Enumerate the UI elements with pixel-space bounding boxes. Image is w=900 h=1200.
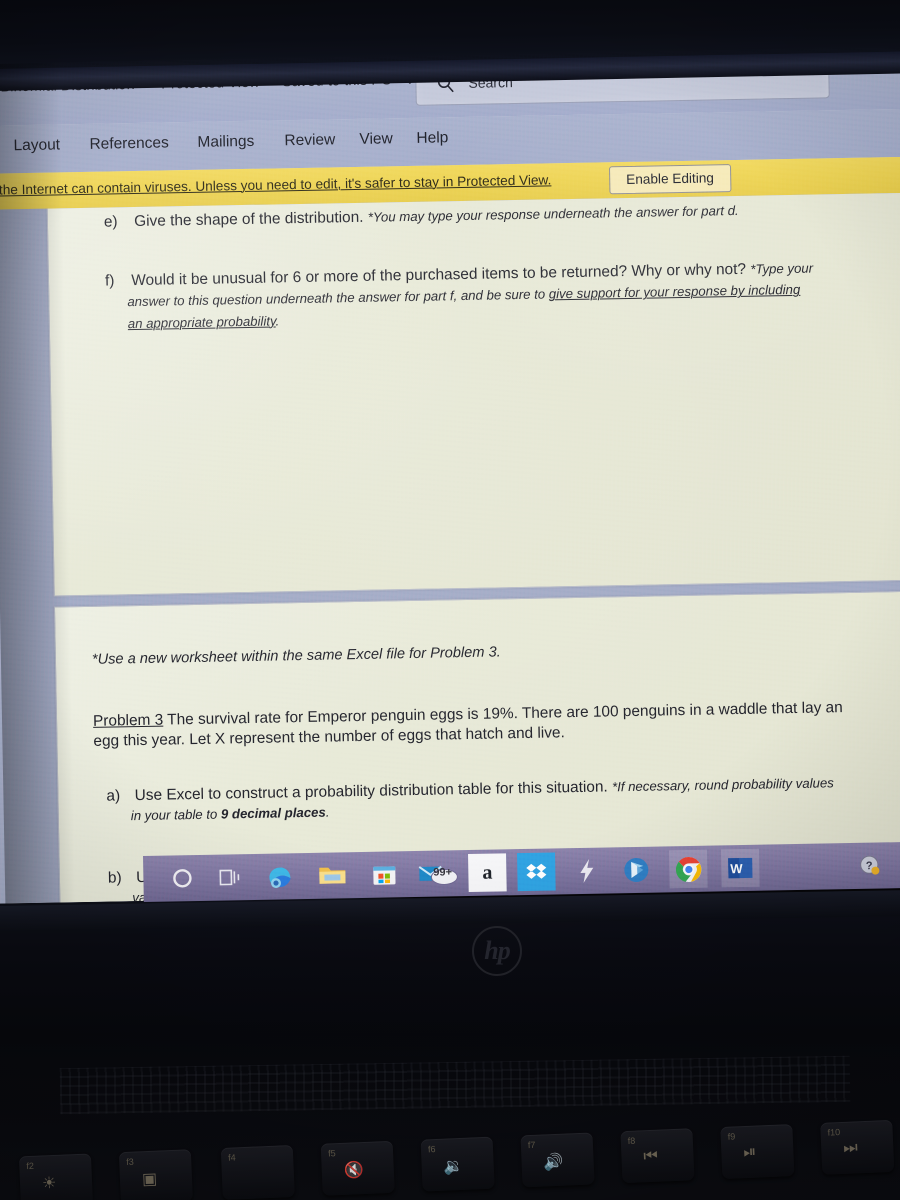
microsoft-word-icon[interactable]: W: [720, 848, 760, 888]
key-f8[interactable]: f8 ⏮: [620, 1128, 695, 1184]
display-icon: ▣: [141, 1170, 158, 1189]
question-e-text: Give the shape of the distribution.: [134, 208, 364, 231]
part-a-label: a): [106, 787, 121, 805]
tab-references[interactable]: References: [89, 134, 169, 153]
microsoft-edge-icon[interactable]: [261, 857, 300, 896]
worksheet-instruction: *Use a new worksheet within the same Exc…: [91, 644, 501, 668]
hp-logo: hp: [472, 926, 522, 976]
laptop-screen: Binomial Distribution – Protected View •…: [0, 46, 900, 904]
tab-view[interactable]: View: [359, 130, 393, 149]
part-a-note-line1: *If necessary, round probability values: [611, 775, 834, 795]
cortana-icon[interactable]: [163, 859, 202, 898]
problem-3-statement: Problem 3 The survival rate for Emperor …: [93, 697, 894, 753]
media-play-pause-icon: ⏯: [743, 1143, 757, 1162]
key-f10[interactable]: f10 ⏭: [820, 1119, 895, 1175]
key-f5-label: f5: [327, 1148, 336, 1159]
lightning-app-icon[interactable]: [567, 852, 606, 891]
key-f7[interactable]: f7 🔊: [520, 1132, 595, 1188]
question-f-label: f): [104, 272, 115, 290]
svg-text:W: W: [730, 861, 743, 876]
key-f6-label: f6: [427, 1144, 436, 1155]
problem-3-part-a: a) Use Excel to construct a probability …: [106, 772, 900, 828]
mail-icon[interactable]: 99+: [415, 854, 464, 893]
key-f5[interactable]: f5 🔇: [320, 1140, 395, 1196]
key-f2[interactable]: f2 ☀: [18, 1153, 94, 1200]
key-f6[interactable]: f6 🔉: [420, 1136, 495, 1192]
enable-editing-button[interactable]: Enable Editing: [608, 164, 732, 195]
file-explorer-icon[interactable]: [313, 856, 352, 895]
tab-layout[interactable]: Layout: [13, 136, 60, 155]
problem-3-label: Problem 3: [92, 711, 164, 730]
key-f9[interactable]: f9 ⏯: [720, 1124, 795, 1180]
document-page-1: e) Give the shape of the distribution. *…: [45, 192, 900, 597]
tab-help[interactable]: Help: [416, 129, 448, 148]
volume-up-icon: 🔊: [543, 1153, 564, 1172]
key-f2-label: f2: [26, 1160, 35, 1172]
media-previous-icon: ⏮: [643, 1147, 659, 1166]
mail-badge-count: 99+: [433, 866, 453, 879]
part-a-note-line2: in your table to 9 decimal places.: [130, 805, 330, 824]
volume-down-icon: 🔉: [443, 1157, 465, 1176]
key-f3-label: f3: [126, 1156, 134, 1167]
part-b-label: b): [107, 869, 122, 887]
key-f3[interactable]: f3 ▣: [118, 1149, 193, 1200]
question-e-note: *You may type your response underneath t…: [367, 202, 739, 225]
question-e-label: e): [103, 213, 118, 231]
dropbox-icon[interactable]: [517, 852, 556, 892]
question-f-note-line1: *Type your: [750, 260, 814, 277]
question-f: f) Would it be unusual for 6 or more of …: [105, 257, 900, 335]
tab-review[interactable]: Review: [284, 131, 335, 150]
brightness-icon: ☀: [41, 1174, 57, 1193]
key-f8-label: f8: [627, 1135, 636, 1146]
help-tray-icon[interactable]: ?: [851, 846, 890, 885]
key-f4-label: f4: [227, 1152, 236, 1163]
tab-mailings[interactable]: Mailings: [197, 133, 254, 152]
volume-mute-icon: 🔇: [343, 1162, 365, 1180]
question-f-note-line3: an appropriate probability.: [127, 313, 280, 332]
key-f4[interactable]: f4: [220, 1144, 295, 1200]
protected-view-message: om the Internet can contain viruses. Unl…: [0, 172, 552, 198]
amazon-icon[interactable]: a: [468, 853, 507, 893]
document-canvas[interactable]: e) Give the shape of the distribution. *…: [0, 192, 900, 904]
laptop-photo: Binomial Distribution – Protected View •…: [0, 0, 900, 1200]
key-f9-label: f9: [727, 1131, 736, 1142]
google-chrome-icon[interactable]: [668, 849, 708, 889]
microsoft-store-icon[interactable]: [365, 855, 404, 894]
key-f10-label: f10: [827, 1127, 841, 1138]
movies-tv-icon[interactable]: [617, 851, 656, 890]
key-f7-label: f7: [527, 1139, 536, 1151]
task-view-icon[interactable]: [211, 858, 250, 897]
media-next-icon: ⏭: [842, 1139, 859, 1157]
